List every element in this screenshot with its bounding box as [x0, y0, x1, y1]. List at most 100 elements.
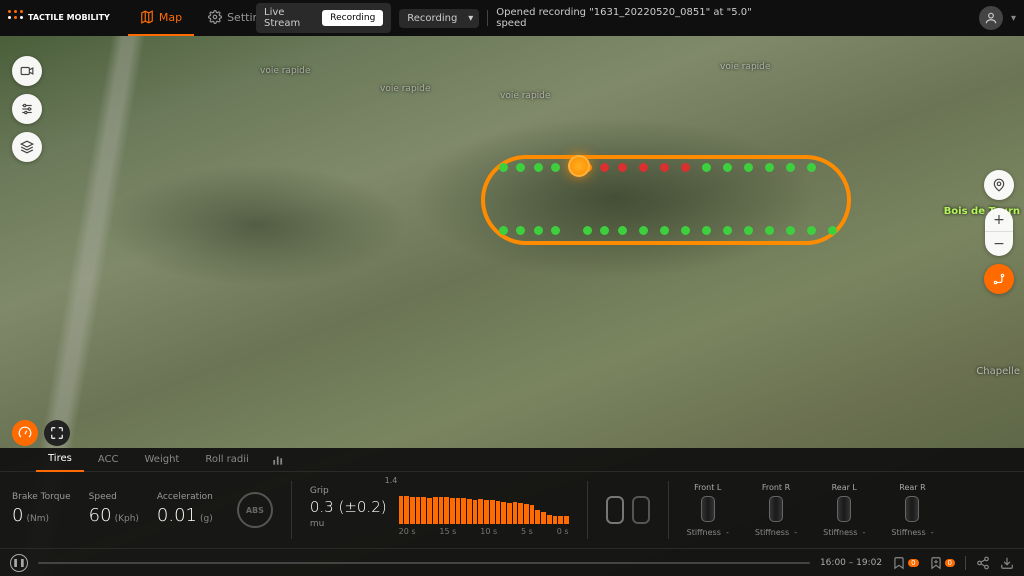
- chart-bar: [421, 497, 426, 524]
- nav-map[interactable]: Map: [128, 0, 194, 36]
- track-dot: [551, 226, 560, 235]
- track-dot: [765, 163, 774, 172]
- header-center-controls: Live Stream Recording Recording ▾ Opened…: [256, 3, 768, 33]
- track-dot: [744, 226, 753, 235]
- expand-toggle[interactable]: [44, 420, 70, 446]
- brand-logo: TACTILE MOBILITY: [8, 10, 110, 26]
- dashboard-toggle[interactable]: [12, 420, 38, 446]
- grip-chart: 1.4 20 s15 s10 s5 s0 s: [399, 486, 569, 536]
- live-stream-label: Live Stream: [264, 7, 316, 29]
- recording-badge: Recording: [322, 10, 383, 26]
- route-icon: [992, 272, 1006, 286]
- track-dot: [786, 226, 795, 235]
- tire-view-single[interactable]: [606, 496, 624, 524]
- telemetry-panel: Tires ACC Weight Roll radii Brake Torque…: [0, 448, 1024, 576]
- track-dot: [618, 226, 627, 235]
- chart-tick: 5 s: [521, 527, 533, 536]
- divider: [487, 10, 488, 26]
- metric-value: 0.01: [157, 505, 197, 526]
- locate-tool[interactable]: [984, 170, 1014, 200]
- tire-view-toggle: [606, 496, 650, 524]
- tire-view-all[interactable]: [632, 496, 650, 524]
- grip-section: Grip 0.3 (±0.2) mu 1.4 20 s15 s10 s5 s0 …: [310, 484, 569, 536]
- chart-bar: [478, 499, 483, 524]
- share-button[interactable]: [976, 556, 990, 570]
- map-icon: [140, 10, 154, 24]
- chart-bar: [496, 501, 501, 524]
- user-avatar[interactable]: [979, 6, 1003, 30]
- metric-acceleration: Acceleration 0.01(g): [157, 492, 213, 528]
- vehicle-marker[interactable]: [568, 155, 590, 177]
- route-tool[interactable]: [984, 264, 1014, 294]
- tab-roll[interactable]: Roll radii: [193, 448, 261, 472]
- road-label: voie rapide: [380, 84, 430, 94]
- tab-tires[interactable]: Tires: [36, 448, 84, 472]
- track-dot: [765, 226, 774, 235]
- chart-bar: [467, 499, 472, 524]
- road-label: voie rapide: [500, 91, 550, 101]
- track-dot: [639, 226, 648, 235]
- gauge-icon: [18, 426, 32, 440]
- divider: [668, 481, 669, 539]
- chart-bar: [513, 502, 518, 524]
- bookmark-icon: [892, 556, 906, 570]
- chart-tick: 10 s: [480, 527, 497, 536]
- bookmark-button[interactable]: 0: [892, 556, 918, 570]
- flag-button[interactable]: 0: [929, 556, 955, 570]
- track-dot: [744, 163, 753, 172]
- primary-metrics: Brake Torque 0(Nm) Speed 60(Kph) Acceler…: [12, 492, 273, 528]
- track-dot: [516, 163, 525, 172]
- count-badge: 0: [908, 559, 918, 567]
- tab-weight[interactable]: Weight: [132, 448, 191, 472]
- track-dot: [639, 163, 648, 172]
- tab-acc[interactable]: ACC: [86, 448, 131, 472]
- track-dot: [600, 163, 609, 172]
- recording-select[interactable]: Recording ▾: [399, 9, 479, 28]
- play-pause-button[interactable]: ❚❚: [10, 554, 28, 572]
- pin-icon: [992, 178, 1006, 192]
- track-dot: [551, 163, 560, 172]
- download-button[interactable]: [1000, 556, 1014, 570]
- tire-stat: Stiffness -: [823, 528, 865, 537]
- layers-tool[interactable]: [12, 132, 42, 162]
- zoom-in-button[interactable]: +: [985, 208, 1013, 232]
- playback-time: 16:00 – 19:02: [820, 558, 882, 568]
- tire-stat: Stiffness -: [687, 528, 729, 537]
- brand-name: TACTILE MOBILITY: [28, 14, 110, 22]
- filter-tool[interactable]: [12, 94, 42, 124]
- chart-bar: [410, 497, 415, 524]
- tire-column: Front RStiffness -: [755, 483, 797, 537]
- tab-chart[interactable]: [263, 448, 293, 472]
- right-tool-rail: + −: [984, 170, 1014, 294]
- metric-label: Brake Torque: [12, 492, 71, 502]
- track-dot: [534, 226, 543, 235]
- stream-toggle[interactable]: Live Stream Recording: [256, 3, 391, 33]
- camera-tool[interactable]: [12, 56, 42, 86]
- chart-bar: [404, 496, 409, 525]
- metric-grip: Grip 0.3 (±0.2) mu: [310, 486, 387, 529]
- chevron-down-icon: ▾: [468, 13, 473, 24]
- chart-tick: 0 s: [557, 527, 569, 536]
- track-dot: [660, 163, 669, 172]
- road-label: voie rapide: [260, 66, 310, 76]
- track-dot: [618, 163, 627, 172]
- chart-bar: [450, 498, 455, 524]
- zoom-out-button[interactable]: −: [985, 232, 1013, 256]
- tire-icon: [769, 496, 783, 522]
- camera-icon: [20, 64, 34, 78]
- metric-speed: Speed 60(Kph): [89, 492, 139, 528]
- metric-label: Speed: [89, 492, 139, 502]
- abs-indicator: ABS: [237, 492, 273, 528]
- track-dot: [702, 163, 711, 172]
- gear-icon: [208, 10, 222, 24]
- metric-unit: (g): [200, 514, 213, 524]
- chart-bar: [444, 497, 449, 524]
- zoom-control: + −: [985, 208, 1013, 256]
- divider: [291, 481, 292, 539]
- four-tires: Front LStiffness -Front RStiffness -Rear…: [687, 483, 1012, 537]
- track-dot: [499, 163, 508, 172]
- divider: [587, 481, 588, 539]
- chevron-down-icon[interactable]: ▾: [1011, 13, 1016, 24]
- timeline-scrubber[interactable]: [38, 562, 810, 564]
- chart-bar: [518, 503, 523, 524]
